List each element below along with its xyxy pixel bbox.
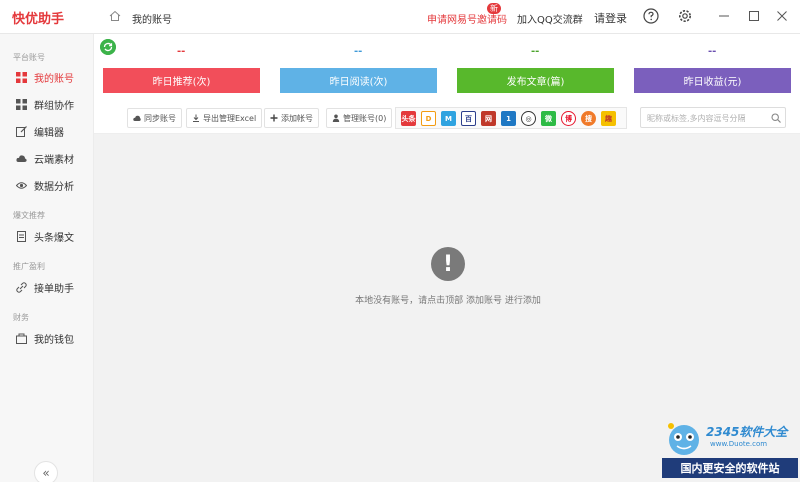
sidebar-item-label: 编辑器 bbox=[34, 127, 64, 139]
warning-icon: ! bbox=[431, 247, 465, 281]
stat-value-published: -- bbox=[531, 46, 540, 57]
manage-accounts-button[interactable]: 管理账号(0) bbox=[326, 108, 393, 128]
document-icon bbox=[17, 230, 26, 242]
platform-filter: 头条 D M 百 网 1 ◎ 微 博 搜 趣 bbox=[395, 107, 627, 129]
group-icon bbox=[16, 98, 27, 110]
watermark-banner: 国内更安全的软件站 bbox=[662, 458, 798, 478]
manage-accounts-label: 管理账号(0) bbox=[343, 113, 387, 123]
qutoutiao-platform-icon[interactable]: 趣 bbox=[601, 111, 616, 126]
meipian-platform-icon[interactable]: M bbox=[441, 111, 456, 126]
stat-value-recommend: -- bbox=[177, 46, 186, 57]
edit-icon bbox=[16, 125, 27, 137]
sidebar-group-promotion: 推广盈利 bbox=[13, 262, 45, 271]
grid-icon bbox=[16, 71, 27, 83]
toolbar: 同步账号 导出管理Excel 添加帐号 管理账号(0) 头条 D M 百 网 1… bbox=[94, 101, 800, 134]
add-account-label: 添加帐号 bbox=[281, 113, 313, 123]
cloud-sync-icon bbox=[133, 115, 141, 121]
new-badge: 新 bbox=[487, 3, 501, 14]
netease-platform-icon[interactable]: 网 bbox=[481, 111, 496, 126]
mascot-icon bbox=[668, 423, 699, 455]
sidebar-item-cloud-material[interactable]: 云端素材 bbox=[0, 147, 93, 169]
wallet-icon bbox=[16, 333, 27, 344]
weibo-platform-icon[interactable]: 博 bbox=[561, 111, 576, 126]
home-icon[interactable] bbox=[109, 10, 121, 22]
sidebar-item-order-assistant[interactable]: 接单助手 bbox=[0, 276, 93, 298]
sidebar-item-label: 数据分析 bbox=[34, 181, 74, 193]
sohu-platform-icon[interactable]: ◎ bbox=[521, 111, 536, 126]
app-logo: 快优助手 bbox=[12, 12, 65, 27]
help-icon[interactable] bbox=[643, 8, 659, 24]
dayu-platform-icon[interactable]: D bbox=[421, 111, 436, 126]
sidebar-item-label: 头条爆文 bbox=[34, 232, 74, 244]
watermark-brand: 2345软件大全 bbox=[706, 425, 788, 439]
gear-icon[interactable] bbox=[677, 8, 693, 24]
export-excel-button[interactable]: 导出管理Excel bbox=[186, 108, 263, 128]
stat-button-published[interactable]: 发布文章(篇) bbox=[457, 68, 614, 93]
baijia-platform-icon[interactable]: 百 bbox=[461, 111, 476, 126]
sync-accounts-button[interactable]: 同步账号 bbox=[127, 108, 182, 128]
title-bar: 快优助手 我的账号 申请网易号邀请码 新 加入QQ交流群 请登录 bbox=[0, 0, 800, 34]
qq-group-link[interactable]: 加入QQ交流群 bbox=[517, 11, 583, 26]
download-icon bbox=[193, 114, 199, 122]
minimize-icon[interactable] bbox=[717, 9, 731, 23]
watermark-url: www.Duote.com bbox=[710, 440, 768, 448]
export-excel-label: 导出管理Excel bbox=[203, 113, 257, 123]
close-icon[interactable] bbox=[775, 9, 789, 23]
maximize-icon[interactable] bbox=[747, 9, 761, 23]
eye-icon bbox=[16, 181, 27, 189]
user-icon bbox=[332, 114, 340, 122]
plus-icon bbox=[270, 114, 278, 122]
cloud-icon bbox=[16, 154, 27, 162]
search-icon[interactable] bbox=[771, 113, 781, 123]
sidebar-item-editor[interactable]: 编辑器 bbox=[0, 120, 93, 142]
sidebar-item-label: 我的钱包 bbox=[34, 334, 74, 346]
sidebar-collapse-button[interactable]: « bbox=[34, 461, 58, 482]
breadcrumb: 我的账号 bbox=[132, 15, 172, 26]
stat-value-income: -- bbox=[708, 46, 717, 57]
yidian-platform-icon[interactable]: 1 bbox=[501, 111, 516, 126]
sidebar-item-my-accounts[interactable]: 我的账号 bbox=[0, 66, 93, 88]
stat-button-income[interactable]: 昨日收益(元) bbox=[634, 68, 791, 93]
sidebar-item-toutiao-hot[interactable]: 头条爆文 bbox=[0, 225, 93, 247]
login-link[interactable]: 请登录 bbox=[594, 10, 627, 26]
sidebar-item-wallet[interactable]: 我的钱包 bbox=[0, 327, 93, 349]
link-icon bbox=[16, 281, 27, 293]
stat-value-read: -- bbox=[354, 46, 363, 57]
stat-button-read[interactable]: 昨日阅读(次) bbox=[280, 68, 437, 93]
empty-state-message: 本地没有账号，请点击顶部 添加账号 进行添加 bbox=[355, 296, 541, 306]
sidebar-group-platform-accounts: 平台账号 bbox=[13, 53, 45, 62]
sidebar: 平台账号 我的账号 群组协作 编辑器 云端素材 数据分析 爆文推荐 头条爆文 推… bbox=[0, 34, 94, 482]
sidebar-item-label: 接单助手 bbox=[34, 283, 74, 295]
sync-accounts-label: 同步账号 bbox=[144, 113, 176, 123]
sidebar-item-data-analysis[interactable]: 数据分析 bbox=[0, 174, 93, 196]
search-input[interactable] bbox=[647, 111, 765, 125]
sidebar-item-label: 我的账号 bbox=[34, 73, 74, 85]
wechat-platform-icon[interactable]: 微 bbox=[541, 111, 556, 126]
sogou-platform-icon[interactable]: 搜 bbox=[581, 111, 596, 126]
watermark: 2345软件大全 www.Duote.com 国内更安全的软件站 bbox=[658, 412, 800, 482]
sidebar-group-finance: 财务 bbox=[13, 313, 29, 322]
toutiao-platform-icon[interactable]: 头条 bbox=[401, 111, 416, 126]
sidebar-item-group-collab[interactable]: 群组协作 bbox=[0, 93, 93, 115]
sidebar-item-label: 云端素材 bbox=[34, 154, 74, 166]
sidebar-item-label: 群组协作 bbox=[34, 100, 74, 112]
add-account-button[interactable]: 添加帐号 bbox=[264, 108, 319, 128]
sidebar-group-hot-articles: 爆文推荐 bbox=[13, 211, 45, 220]
search-box bbox=[640, 107, 786, 128]
refresh-icon[interactable] bbox=[100, 39, 116, 55]
stat-button-recommend[interactable]: 昨日推荐(次) bbox=[103, 68, 260, 93]
